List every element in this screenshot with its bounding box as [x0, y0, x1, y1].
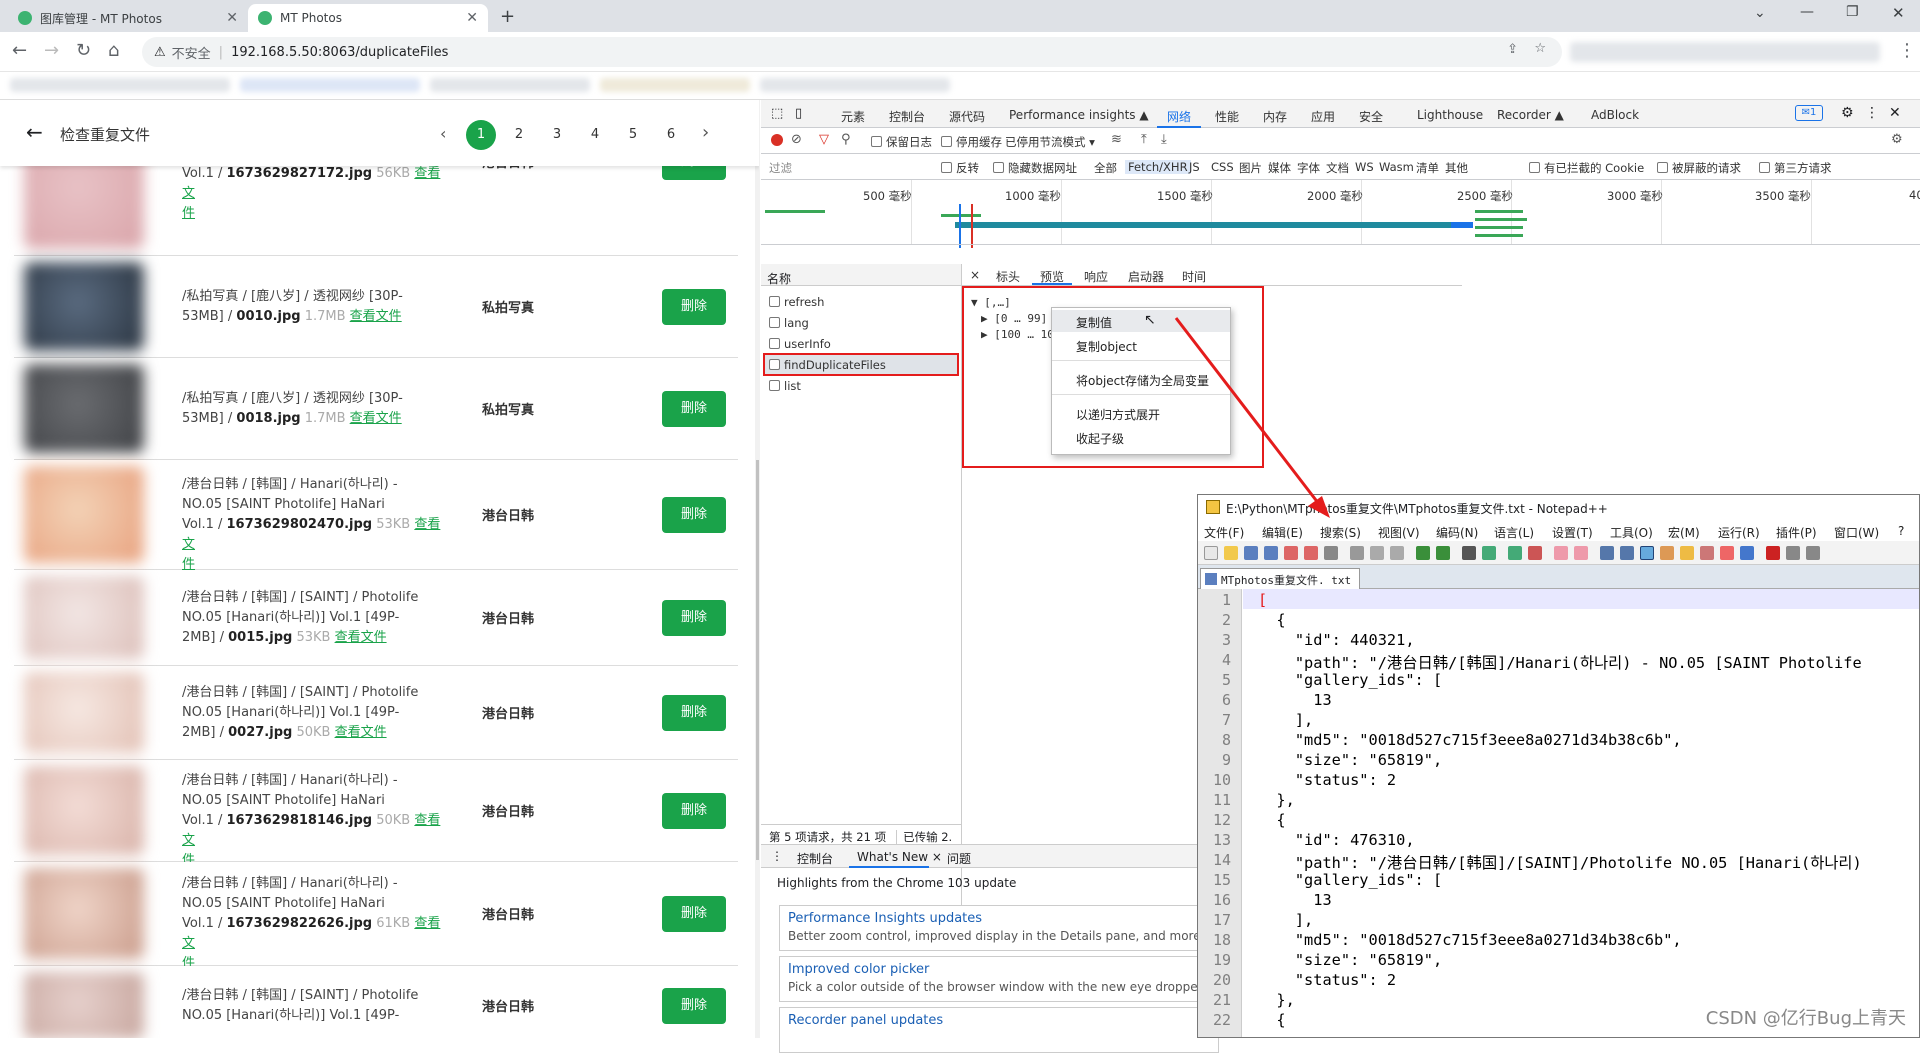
arrow-head-icon — [1308, 496, 1330, 518]
watermark: CSDN @亿行Bug上青天 — [1706, 1004, 1906, 1030]
annotation-arrow — [0, 0, 1920, 1038]
